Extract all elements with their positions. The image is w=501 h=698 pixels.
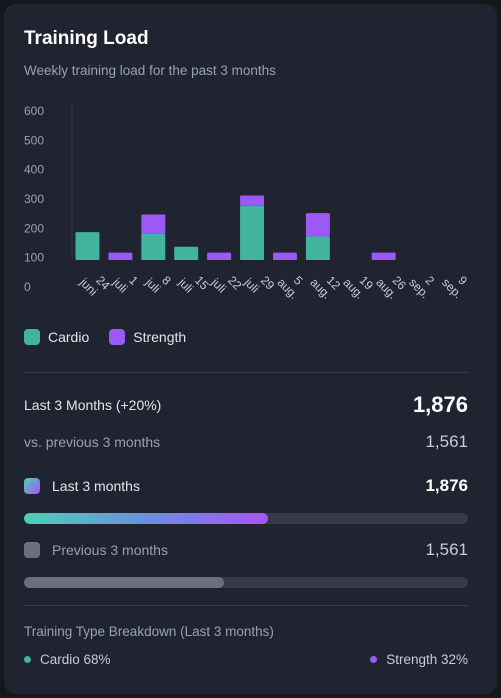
y-tick-label: 400 (24, 163, 44, 177)
summary-row: Last 3 Months (+20%) 1,876 (24, 392, 468, 418)
bar-strength (141, 214, 166, 234)
y-tick-label: 500 (24, 133, 44, 147)
bar-strength (207, 252, 232, 260)
legend-strength-label: Strength (133, 329, 187, 345)
x-tick-day: 15 (192, 273, 212, 293)
current-period-fill (24, 513, 269, 524)
previous-period-row: Previous 3 months 1,561 (24, 540, 468, 560)
bar-strength (272, 252, 297, 260)
legend-cardio-label: Cardio (48, 329, 90, 345)
training-load-chart: 010020030040050060024juni 1juli 8juli 15jul… (24, 103, 470, 302)
cardio-swatch (24, 329, 40, 345)
bar-cardio (75, 232, 100, 260)
compare-value: 1,561 (425, 432, 468, 451)
bar-cardio (174, 246, 199, 260)
y-tick-label: 600 (24, 104, 44, 118)
x-tick-day: 22 (225, 273, 245, 293)
breakdown-title-row: Training Type Breakdown (Last 3 months) (24, 624, 468, 639)
breakdown-strength-label: Strength 32% (386, 652, 468, 667)
previous-period-value: 1,561 (425, 540, 468, 559)
y-tick-label: 100 (24, 251, 44, 265)
x-tick-label: 29juli (241, 273, 278, 296)
legend-item-cardio[interactable]: Cardio (24, 329, 89, 345)
x-tick-day: 29 (258, 273, 278, 293)
training-load-card: Training Load Weekly training load for t… (4, 4, 497, 694)
breakdown-row: Cardio 68% Strength 32% (24, 652, 468, 667)
x-tick-label: 19aug. (340, 273, 376, 302)
x-tick-month: juli (241, 275, 262, 296)
chart-legend: Cardio Strength (24, 329, 186, 345)
previous-period-swatch (24, 542, 40, 558)
bar-cardio (240, 205, 265, 260)
x-tick-month: juni (76, 275, 100, 299)
compare-label: vs. previous 3 months (24, 434, 161, 450)
x-tick-label: 9sep. (439, 273, 470, 301)
x-tick-label: 5aug. (275, 273, 306, 302)
x-tick-label: 24juni (76, 273, 113, 299)
bar-strength (371, 252, 396, 260)
x-tick-label: 12aug. (307, 273, 343, 302)
bar-strength (305, 213, 330, 237)
previous-period-label: Previous 3 months (52, 542, 168, 558)
legend-item-strength[interactable]: Strength (109, 329, 186, 345)
x-tick-label: 8juli (142, 273, 174, 296)
current-period-label: Last 3 months (52, 478, 140, 494)
strength-dot (370, 656, 378, 663)
divider (24, 372, 468, 373)
breakdown-cardio: Cardio 68% (24, 652, 111, 667)
previous-period-bar (24, 577, 468, 588)
x-tick-label: 22juli (208, 273, 245, 296)
x-tick-month: juli (175, 275, 196, 296)
x-tick-label: 26aug. (373, 273, 409, 302)
previous-period-fill (24, 577, 224, 588)
bar-strength (108, 252, 133, 260)
breakdown-strength: Strength 32% (370, 652, 468, 667)
x-tick-label: 15juli (175, 273, 212, 296)
current-period-swatch (24, 478, 40, 494)
summary-value: 1,876 (412, 392, 468, 417)
current-period-row: Last 3 months 1,876 (24, 476, 468, 496)
current-period-bar (24, 513, 468, 524)
bar-strength (240, 195, 265, 206)
breakdown-title: Training Type Breakdown (Last 3 months) (24, 624, 274, 639)
x-tick-month: juli (208, 275, 229, 296)
cardio-dot (24, 656, 31, 663)
x-tick-month: juli (109, 275, 130, 296)
x-tick-month: juli (142, 275, 163, 296)
current-period-value: 1,876 (425, 476, 468, 495)
y-tick-label: 300 (24, 192, 44, 206)
y-tick-label: 200 (24, 221, 44, 235)
bar-cardio (141, 233, 166, 260)
bar-cardio (305, 236, 330, 260)
x-tick-label: 2sep. (406, 273, 437, 301)
divider (24, 605, 468, 606)
y-tick-label: 0 (24, 280, 31, 294)
compare-row: vs. previous 3 months 1,561 (24, 432, 468, 452)
x-tick-label: 1juli (109, 273, 141, 296)
breakdown-cardio-label: Cardio 68% (40, 652, 111, 667)
strength-swatch (109, 329, 126, 345)
summary-label: Last 3 Months (+20%) (24, 397, 162, 413)
